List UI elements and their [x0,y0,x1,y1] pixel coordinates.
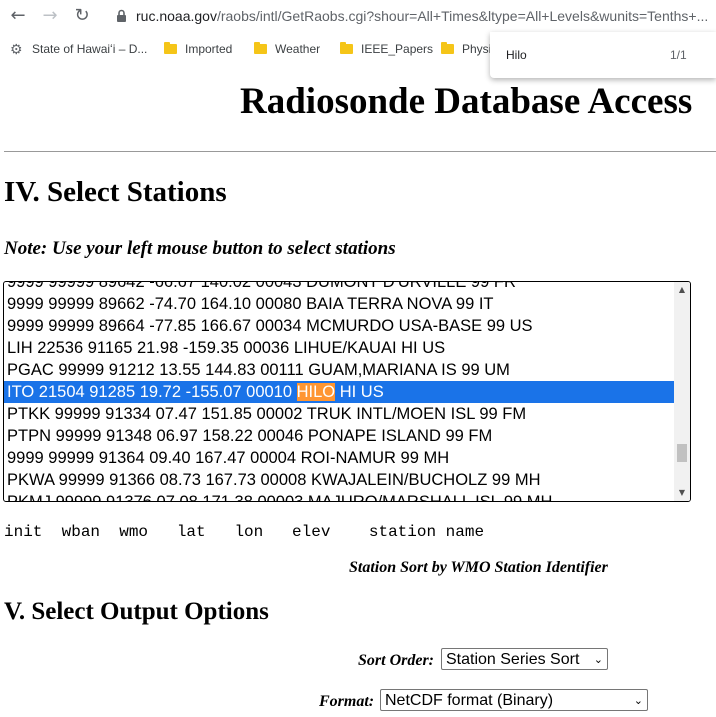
station-option[interactable]: PTPN 99999 91348 06.97 158.22 00046 PONA… [4,425,674,447]
station-option[interactable]: 9999 99999 91364 09.40 167.47 00004 ROI-… [4,447,674,469]
station-option[interactable]: PTKK 99999 91334 07.47 151.85 00002 TRUK… [4,403,674,425]
find-match-highlight: HILO [296,383,336,401]
chevron-down-icon: ⌄ [593,653,603,666]
back-arrow-icon[interactable]: ← [6,4,30,28]
scroll-down-arrow-icon[interactable]: ▼ [674,485,690,501]
gear-icon: ⚙ [10,41,23,57]
selection-note: Note: Use your left mouse button to sele… [4,238,396,259]
folder-icon [164,42,177,54]
sort-note: Station Sort by WMO Station Identifier [349,559,608,576]
folder-icon [441,42,454,54]
bookmark-ieee-papers[interactable]: IEEE_Papers [340,42,433,56]
column-headers: init wban wmo lat lon elev station name [4,523,485,541]
station-option-selected[interactable]: ITO 21504 91285 19.72 -155.07 00010 HILO… [4,381,674,403]
scroll-up-arrow-icon[interactable]: ▲ [674,282,690,298]
lock-icon [117,9,126,22]
station-option[interactable]: 9999 99999 89642 -66.67 140.02 00043 DUM… [4,282,674,293]
section-heading-stations: IV. Select Stations [4,176,227,208]
find-input[interactable]: Hilo [506,48,527,62]
forward-arrow-icon[interactable]: → [38,4,62,28]
find-match-count: 1/1 [670,48,687,62]
browser-toolbar: ← → ↻ ruc.noaa.gov/raobs/intl/GetRaobs.c… [0,0,716,32]
station-option[interactable]: PKMJ 99999 91376 07.08 171.38 00003 MAJU… [4,491,674,501]
page-content: Radiosonde Database Access IV. Select St… [0,64,716,717]
station-option[interactable]: PKWA 99999 91366 08.73 167.73 00008 KWAJ… [4,469,674,491]
listbox-scrollbar[interactable]: ▲ ▼ [674,282,690,501]
station-option[interactable]: PGAC 99999 91212 13.55 144.83 00111 GUAM… [4,359,674,381]
format-label: Format: [319,693,375,710]
chevron-down-icon: ⌄ [633,694,643,707]
format-select[interactable]: NetCDF format (Binary) ⌄ [380,689,648,711]
station-option[interactable]: LIH 22536 91165 21.98 -159.35 00036 LIHU… [4,337,674,359]
bookmark-weather[interactable]: Weather [254,42,320,56]
address-bar[interactable]: ruc.noaa.gov/raobs/intl/GetRaobs.cgi?sho… [106,2,716,30]
station-listbox[interactable]: 9999 99999 89642 -66.67 140.02 00043 DUM… [3,281,691,502]
url-text: ruc.noaa.gov/raobs/intl/GetRaobs.cgi?sho… [136,8,709,24]
bookmark-imported[interactable]: Imported [164,42,232,56]
sort-order-label: Sort Order: [358,652,435,669]
bookmark-physi[interactable]: Physi [441,42,491,56]
station-option[interactable]: 9999 99999 89664 -77.85 166.67 00034 MCM… [4,315,674,337]
folder-icon [340,42,353,54]
section-heading-output: V. Select Output Options [4,598,269,625]
sort-order-select[interactable]: Station Series Sort ⌄ [441,648,608,670]
folder-icon [254,42,267,54]
bookmark-state-of-hawaii[interactable]: ⚙ State of Hawaiʻi – D... [10,42,147,56]
reload-icon[interactable]: ↻ [70,4,94,28]
page-title: Radiosonde Database Access [240,81,693,122]
divider [4,151,716,152]
scrollbar-thumb[interactable] [677,444,687,462]
station-option[interactable]: 9999 99999 89662 -74.70 164.10 00080 BAI… [4,293,674,315]
